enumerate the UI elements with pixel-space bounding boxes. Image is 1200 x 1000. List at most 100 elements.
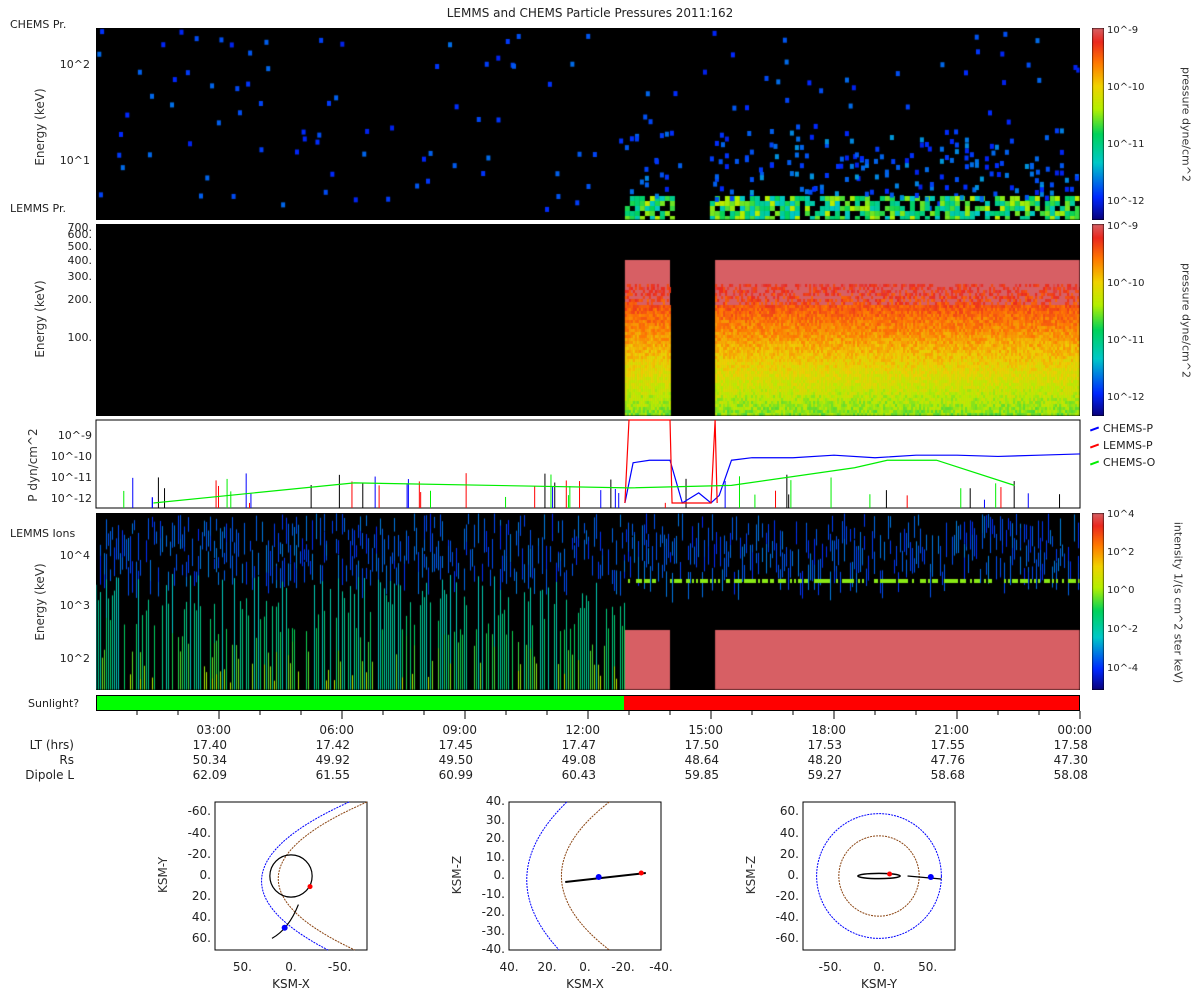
orbit-xlabel: KSM-X	[272, 977, 310, 991]
row-value: 58.68	[930, 768, 965, 782]
row-value: 17.53	[807, 738, 842, 752]
figure-title: LEMMS and CHEMS Particle Pressures 2011:…	[446, 6, 734, 20]
orbit-plot-3	[802, 801, 956, 951]
orbit-xtick: 20.	[537, 960, 557, 974]
orbit-ytick: -20.	[187, 846, 211, 861]
row-value: 17.40	[192, 738, 227, 752]
row-value: 17.42	[315, 738, 350, 752]
legend-item: LEMMS-P	[1089, 439, 1155, 456]
orbit-ytick: 20.	[485, 831, 505, 845]
row-label: Rs	[59, 753, 74, 767]
chems-ylabel: Energy (keV)	[33, 88, 47, 166]
ions-cbar-tick: 10^2	[1107, 547, 1135, 558]
orbit-ytick: 0.	[199, 867, 211, 882]
chems-ytick: 10^1	[59, 154, 90, 167]
row-value: 50.34	[192, 753, 227, 767]
orbit-xtick: 50.	[918, 960, 938, 974]
lemms-panel-tag: LEMMS Pr.	[10, 202, 66, 215]
orbit-xtick: -20.	[611, 960, 635, 974]
orbit-ytick: 0.	[787, 867, 799, 882]
orbit-ytick: -20.	[481, 905, 505, 919]
orbit-xlabel: KSM-Y	[860, 977, 898, 991]
row-value: 49.92	[315, 753, 350, 767]
marker	[927, 874, 934, 880]
row-value: 17.50	[684, 738, 719, 752]
row-value: 59.85	[684, 768, 719, 782]
legend-swatch	[1089, 426, 1100, 432]
row-value: 59.27	[807, 768, 842, 782]
ions-ytick: 10^3	[59, 599, 90, 612]
orbit-ytick: -40.	[481, 942, 505, 956]
orbit-xtick: -50.	[818, 960, 843, 974]
time-tick-label: 06:00	[319, 723, 354, 737]
row-value: 60.99	[438, 768, 473, 782]
legend-swatch	[1089, 443, 1100, 449]
legend-item: CHEMS-P	[1089, 422, 1155, 439]
lemms-colorbar-label: pressure dyne/cm^2	[1179, 263, 1193, 378]
pressure-ytick: 10^-11	[50, 471, 92, 484]
time-tick-label: 03:00	[196, 723, 231, 737]
lemms-cbar-tick: 10^-11	[1107, 335, 1145, 346]
ions-cbar-tick: 10^-4	[1107, 663, 1139, 674]
figure: LEMMS and CHEMS Particle Pressures 2011:…	[0, 0, 1200, 1000]
lemms-colorbar	[1092, 224, 1104, 416]
row-value: 48.64	[684, 753, 719, 767]
legend-item: CHEMS-O	[1089, 456, 1156, 473]
ions-cbar-tick: 10^-2	[1107, 624, 1139, 635]
pressure-ytick: 10^-9	[57, 429, 92, 442]
lemms-ytick: 300.	[67, 270, 93, 283]
row-value: 61.55	[315, 768, 350, 782]
row-value: 49.08	[561, 753, 596, 767]
orbit-ytick: 60.	[779, 804, 799, 819]
orbit-ytick: -60.	[187, 804, 211, 819]
orbit-ytick: -40.	[187, 825, 211, 840]
ions-spectrogram	[96, 513, 1080, 690]
orbit-plot-2	[508, 801, 662, 951]
chems-cbar-tick: 10^-9	[1107, 25, 1139, 36]
chems-ytick: 10^2	[59, 58, 90, 71]
row-value: 47.76	[930, 753, 965, 767]
orbit-xtick: 0.	[873, 960, 885, 974]
row-value: 62.09	[192, 768, 227, 782]
chems-colorbar	[1092, 28, 1104, 220]
pressure-ylabel: P dyn/cm^2	[26, 428, 40, 502]
orbit-xlabel: KSM-X	[566, 977, 604, 991]
marker	[887, 871, 893, 877]
orbit-ytick: -30.	[481, 923, 505, 938]
orbit-ytick: 40.	[485, 794, 505, 808]
row-value: 58.08	[1053, 768, 1088, 782]
sunlight-label: Sunlight?	[28, 697, 80, 710]
time-ticks	[136, 711, 1081, 719]
row-value: 17.58	[1053, 738, 1088, 752]
orbit-ytick: 40.	[191, 910, 211, 925]
ions-ylabel: Energy (keV)	[33, 563, 47, 641]
orbit-ytick: 0.	[493, 868, 505, 882]
orbit-xtick: -40.	[649, 960, 673, 974]
orbit-ylabel: KSM-Y	[156, 856, 170, 894]
marker	[638, 870, 644, 876]
legend-label: LEMMS-P	[1103, 439, 1153, 452]
chems-colorbar-label: pressure dyne/cm^2	[1179, 67, 1193, 182]
sunlight-bar	[96, 695, 1080, 711]
orbit-ytick: 20.	[779, 846, 799, 861]
orbit-ytick: 30.	[485, 812, 505, 827]
row-value: 17.55	[930, 738, 965, 752]
orbit-plot-1	[214, 801, 368, 951]
pressure-ytick: 10^-10	[50, 450, 92, 463]
row-value: 17.47	[561, 738, 596, 752]
ions-ytick: 10^2	[59, 652, 90, 665]
marker	[595, 874, 602, 880]
time-tick-label: 12:00	[565, 723, 600, 737]
lemms-ytick: 400.	[67, 254, 93, 267]
time-tick-label: 15:00	[688, 723, 723, 737]
row-label: LT (hrs)	[29, 738, 74, 752]
orbit-ylabel: KSM-Z	[450, 855, 464, 895]
ions-cbar-tick: 10^4	[1107, 509, 1135, 520]
orbit-ytick: 10.	[485, 849, 505, 864]
orbit-xtick: -50.	[327, 960, 352, 974]
orbit-ytick: -40.	[775, 910, 799, 925]
orbit-ytick: 20.	[191, 889, 211, 904]
legend-label: CHEMS-O	[1103, 456, 1156, 469]
ions-ytick: 10^4	[59, 549, 90, 562]
lemms-cbar-tick: 10^-12	[1107, 392, 1145, 403]
